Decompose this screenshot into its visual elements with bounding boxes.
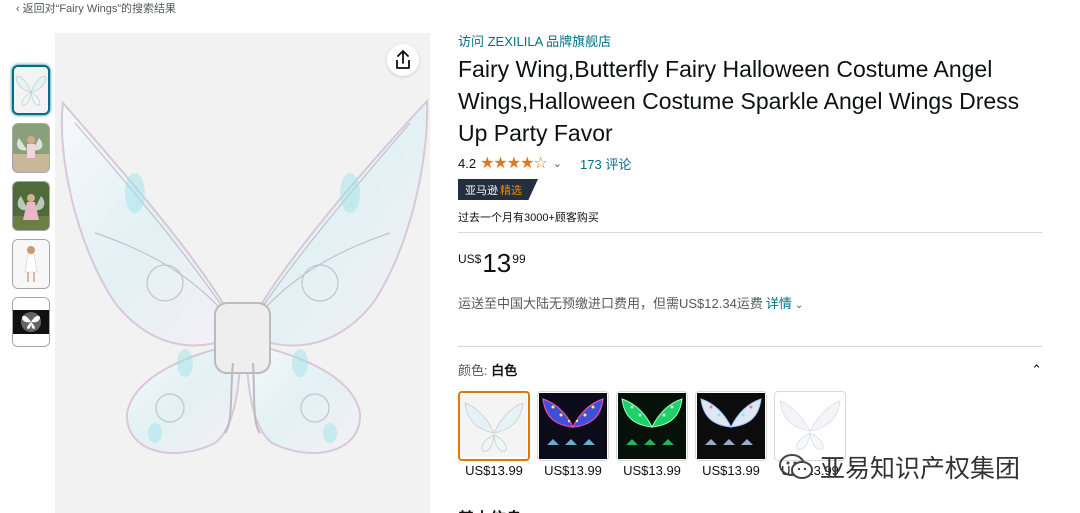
swatch-image [458,391,530,461]
bought-past-month: 过去一个月有3000+顾客购买 [458,212,599,224]
thumbnail-wings-white[interactable] [12,65,50,115]
rating-value: 4.2 [458,155,477,171]
badge-accent-text: 精选 [500,184,522,197]
color-selector-header: 颜色: 白色 ⌃ [458,360,1042,379]
share-icon [396,50,410,69]
divider [458,232,1042,233]
shipping-info: 运送至中国大陆无预缴进口费用，但需US$12.34运费 详情 ⌄ [458,293,1048,312]
swatch-price: US$13.99 [544,463,602,478]
section-heading: 基本信息 [458,505,522,513]
review-count-link[interactable]: 173 评论 [580,154,631,173]
swatch-image [695,391,767,461]
wechat-icon [779,454,813,479]
color-value: 白色 [491,363,518,378]
chevron-down-icon[interactable]: ⌄ [553,157,562,170]
shipping-text: 运送至中国大陆无预缴进口费用，但需US$12.34运费 [458,296,763,311]
share-button[interactable] [387,44,419,76]
chevron-down-icon[interactable]: ⌄ [795,300,803,311]
shipping-details-link[interactable]: 详情 [766,296,792,311]
chevron-left-icon: ‹ [16,3,20,15]
divider [458,346,1042,347]
main-product-image[interactable] [55,33,430,513]
chevron-up-icon[interactable]: ⌃ [1031,362,1042,378]
star-rating-icon[interactable]: ★★★★☆ [480,153,548,173]
swatch-blue-led[interactable]: US$13.99 [537,391,609,478]
store-link[interactable]: 访问 ZEXILILA 品牌旗舰店 [458,33,1048,51]
thumbnail-girl-garden[interactable] [12,181,50,231]
swatch-green-led[interactable]: US$13.99 [616,391,688,478]
amazons-choice-badge: 亚马逊 精选 [458,179,538,200]
swatch-white-led[interactable]: US$13.99 [695,391,767,478]
swatch-image [537,391,609,461]
back-to-results-link[interactable]: ‹ 返回对“Fairy Wings”的搜索结果 [16,0,176,16]
swatch-price: US$13.99 [623,463,681,478]
thumbnail-video[interactable] [12,297,50,347]
price-currency: US$ [458,252,482,266]
swatch-white[interactable]: US$13.99 [458,391,530,478]
fairy-wings-image [60,98,429,454]
thumbnail-list [12,65,50,355]
thumbnail-girl-pose[interactable] [12,123,50,173]
watermark: 亚易知识产权集团 [778,449,1020,485]
swatch-price: US$13.99 [465,463,523,478]
product-title: Fairy Wing,Butterfly Fairy Halloween Cos… [458,56,1020,146]
badge-main-text: 亚马逊 [465,184,498,197]
back-link-label: 返回对“Fairy Wings”的搜索结果 [22,3,177,15]
watermark-text: 亚易知识产权集团 [820,454,1021,483]
product-info: 访问 ZEXILILA 品牌旗舰店 Fairy Wing,Butterfly F… [458,33,1048,478]
thumbnail-girl-white-dress[interactable] [12,239,50,289]
price: US$ 13 99 [458,249,1048,279]
swatch-image [616,391,688,461]
price-whole: 13 [482,248,512,278]
rating-row: 4.2 ★★★★☆ ⌄ 173 评论 [458,153,1048,173]
price-fraction: 99 [512,252,526,266]
color-label: 颜色: [458,363,488,378]
swatch-price: US$13.99 [702,463,760,478]
